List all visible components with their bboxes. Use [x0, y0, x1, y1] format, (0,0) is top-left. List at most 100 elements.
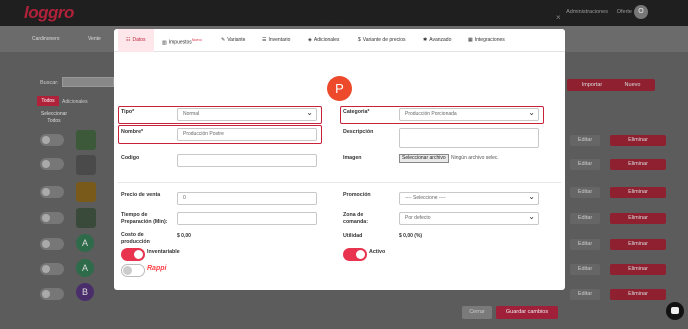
- delete-button[interactable]: Eliminar: [610, 187, 666, 198]
- nav-item-cardinonero[interactable]: Cardinonero: [32, 36, 60, 42]
- product-thumbnail: [76, 182, 96, 202]
- product-modal: ☷ Datos ▥ ImpuestosNuevo ✎ Variante ☰ Invent…: [114, 29, 565, 290]
- activo-toggle[interactable]: [343, 248, 367, 261]
- precio-label: Precio de venta: [121, 192, 161, 198]
- delete-button[interactable]: Eliminar: [610, 289, 666, 300]
- zona-select[interactable]: Por defecto: [399, 211, 539, 225]
- cancel-button[interactable]: Cerrar: [462, 306, 492, 319]
- imagen-label: Imagen: [343, 155, 362, 161]
- section-divider: [118, 182, 561, 183]
- tab-datos[interactable]: ☷ Datos: [118, 29, 154, 52]
- tab-label: Variante de precios: [362, 37, 406, 43]
- tab-adicionales[interactable]: Adicionales: [62, 99, 88, 105]
- rappi-logo: Rappi: [147, 265, 167, 272]
- codigo-label: Codigo: [121, 155, 140, 161]
- tab-avanzado[interactable]: ✱ Avanzado: [423, 29, 451, 52]
- layers-icon: ◈: [308, 37, 312, 43]
- row-toggle[interactable]: [40, 212, 64, 224]
- delete-button[interactable]: Eliminar: [610, 213, 666, 224]
- rappi-toggle[interactable]: [121, 264, 145, 277]
- product-thumbnail: [76, 155, 96, 175]
- search-input[interactable]: [62, 77, 114, 87]
- delete-button[interactable]: Eliminar: [610, 159, 666, 170]
- categoria-label: Categoria*: [343, 109, 370, 115]
- tab-variante[interactable]: ✎ Variante: [221, 29, 245, 52]
- bank-icon: ▥: [162, 39, 167, 46]
- promocion-select[interactable]: ---- Seleccione ----: [399, 191, 539, 205]
- row-toggle[interactable]: [40, 263, 64, 275]
- promocion-label: Promoción: [343, 192, 371, 198]
- select-all-label: Seleccionar Todos: [40, 111, 68, 124]
- categoria-select[interactable]: Producción Porcionada: [399, 107, 539, 121]
- delete-button[interactable]: Eliminar: [610, 135, 666, 146]
- utilidad-label: Utilidad: [343, 233, 363, 239]
- chat-icon[interactable]: [666, 302, 684, 320]
- edit-button[interactable]: Editar: [570, 289, 600, 300]
- tab-label: Impuestos: [168, 39, 192, 46]
- tipo-label: Tipo*: [121, 109, 135, 115]
- row-toggle[interactable]: [40, 288, 64, 300]
- row-toggle[interactable]: [40, 238, 64, 250]
- edit-button[interactable]: Editar: [570, 264, 600, 275]
- tab-todos[interactable]: Todos: [37, 96, 59, 106]
- search-label: Buscar:: [40, 80, 59, 86]
- price-icon: $: [358, 37, 361, 43]
- tab-label: Integraciones: [474, 37, 505, 43]
- user-name[interactable]: Administraciones: [566, 9, 608, 15]
- activo-label: Activo: [369, 249, 386, 255]
- tiempo-label: Tiempo de Preparación (Min):: [121, 212, 168, 225]
- inventariable-toggle[interactable]: [121, 248, 145, 261]
- tab-label: Datos: [132, 37, 146, 43]
- gear-icon: ✱: [423, 37, 428, 43]
- new-badge: Nuevo: [191, 38, 202, 42]
- descripcion-label: Descripción: [343, 129, 374, 135]
- new-button[interactable]: Nuevo: [610, 79, 655, 91]
- inventariable-label: Inventariable: [147, 249, 180, 255]
- row-toggle[interactable]: [40, 158, 64, 170]
- close-icon[interactable]: ×: [556, 13, 561, 22]
- tiempo-input[interactable]: [177, 212, 317, 225]
- row-toggle[interactable]: [40, 134, 64, 146]
- edit-button[interactable]: Editar: [570, 187, 600, 198]
- delete-button[interactable]: Eliminar: [610, 239, 666, 250]
- user-short[interactable]: Oferte: [617, 9, 632, 15]
- file-select-button[interactable]: Seleccionar archivo: [399, 154, 449, 163]
- utilidad-value: $ 0,00 (%): [399, 233, 423, 239]
- edit-button[interactable]: Editar: [570, 239, 600, 250]
- nombre-label: Nombre*: [121, 129, 144, 135]
- edit-button[interactable]: Editar: [570, 159, 600, 170]
- tab-adicionales[interactable]: ◈ Adicionales: [308, 29, 339, 52]
- nav-item-vente[interactable]: Vente: [88, 36, 101, 42]
- precio-input[interactable]: 0: [177, 192, 317, 205]
- product-avatar[interactable]: P: [327, 76, 352, 101]
- edit-button[interactable]: Editar: [570, 135, 600, 146]
- product-thumbnail: [76, 208, 96, 228]
- logo: loggro: [24, 3, 74, 22]
- tab-label: Inventario: [268, 37, 291, 43]
- row-avatar: B: [76, 283, 94, 301]
- save-button[interactable]: Guardar cambios: [496, 306, 558, 319]
- descripcion-textarea[interactable]: [399, 128, 539, 148]
- row-avatar: A: [76, 234, 94, 252]
- row-avatar: A: [76, 259, 94, 277]
- costo-label: Costo de producción: [121, 232, 150, 245]
- modal-title: Nuevo: [322, 17, 345, 26]
- codigo-input[interactable]: [177, 154, 317, 167]
- costo-value: $ 0,00: [177, 233, 191, 239]
- tab-inventario[interactable]: ☰ Inventario: [262, 29, 290, 52]
- edit-button[interactable]: Editar: [570, 213, 600, 224]
- tab-impuestos[interactable]: ▥ ImpuestosNuevo: [162, 29, 202, 52]
- tipo-select[interactable]: Normal: [177, 107, 317, 121]
- tab-integraciones[interactable]: ▦ Integraciones: [468, 29, 505, 52]
- delete-button[interactable]: Eliminar: [610, 264, 666, 275]
- tab-variante-precios[interactable]: $ Variante de precios: [358, 29, 406, 52]
- product-thumbnail: [76, 130, 96, 150]
- nombre-input[interactable]: Producción Postre: [177, 128, 317, 141]
- user-avatar[interactable]: O: [634, 5, 648, 19]
- list-icon: ☰: [262, 37, 267, 43]
- tab-label: Adicionales: [313, 37, 340, 43]
- tab-label: Variante: [227, 37, 246, 43]
- zona-label: Zona de comanda:: [343, 212, 369, 225]
- info-icon: ☷: [126, 37, 131, 43]
- row-toggle[interactable]: [40, 186, 64, 198]
